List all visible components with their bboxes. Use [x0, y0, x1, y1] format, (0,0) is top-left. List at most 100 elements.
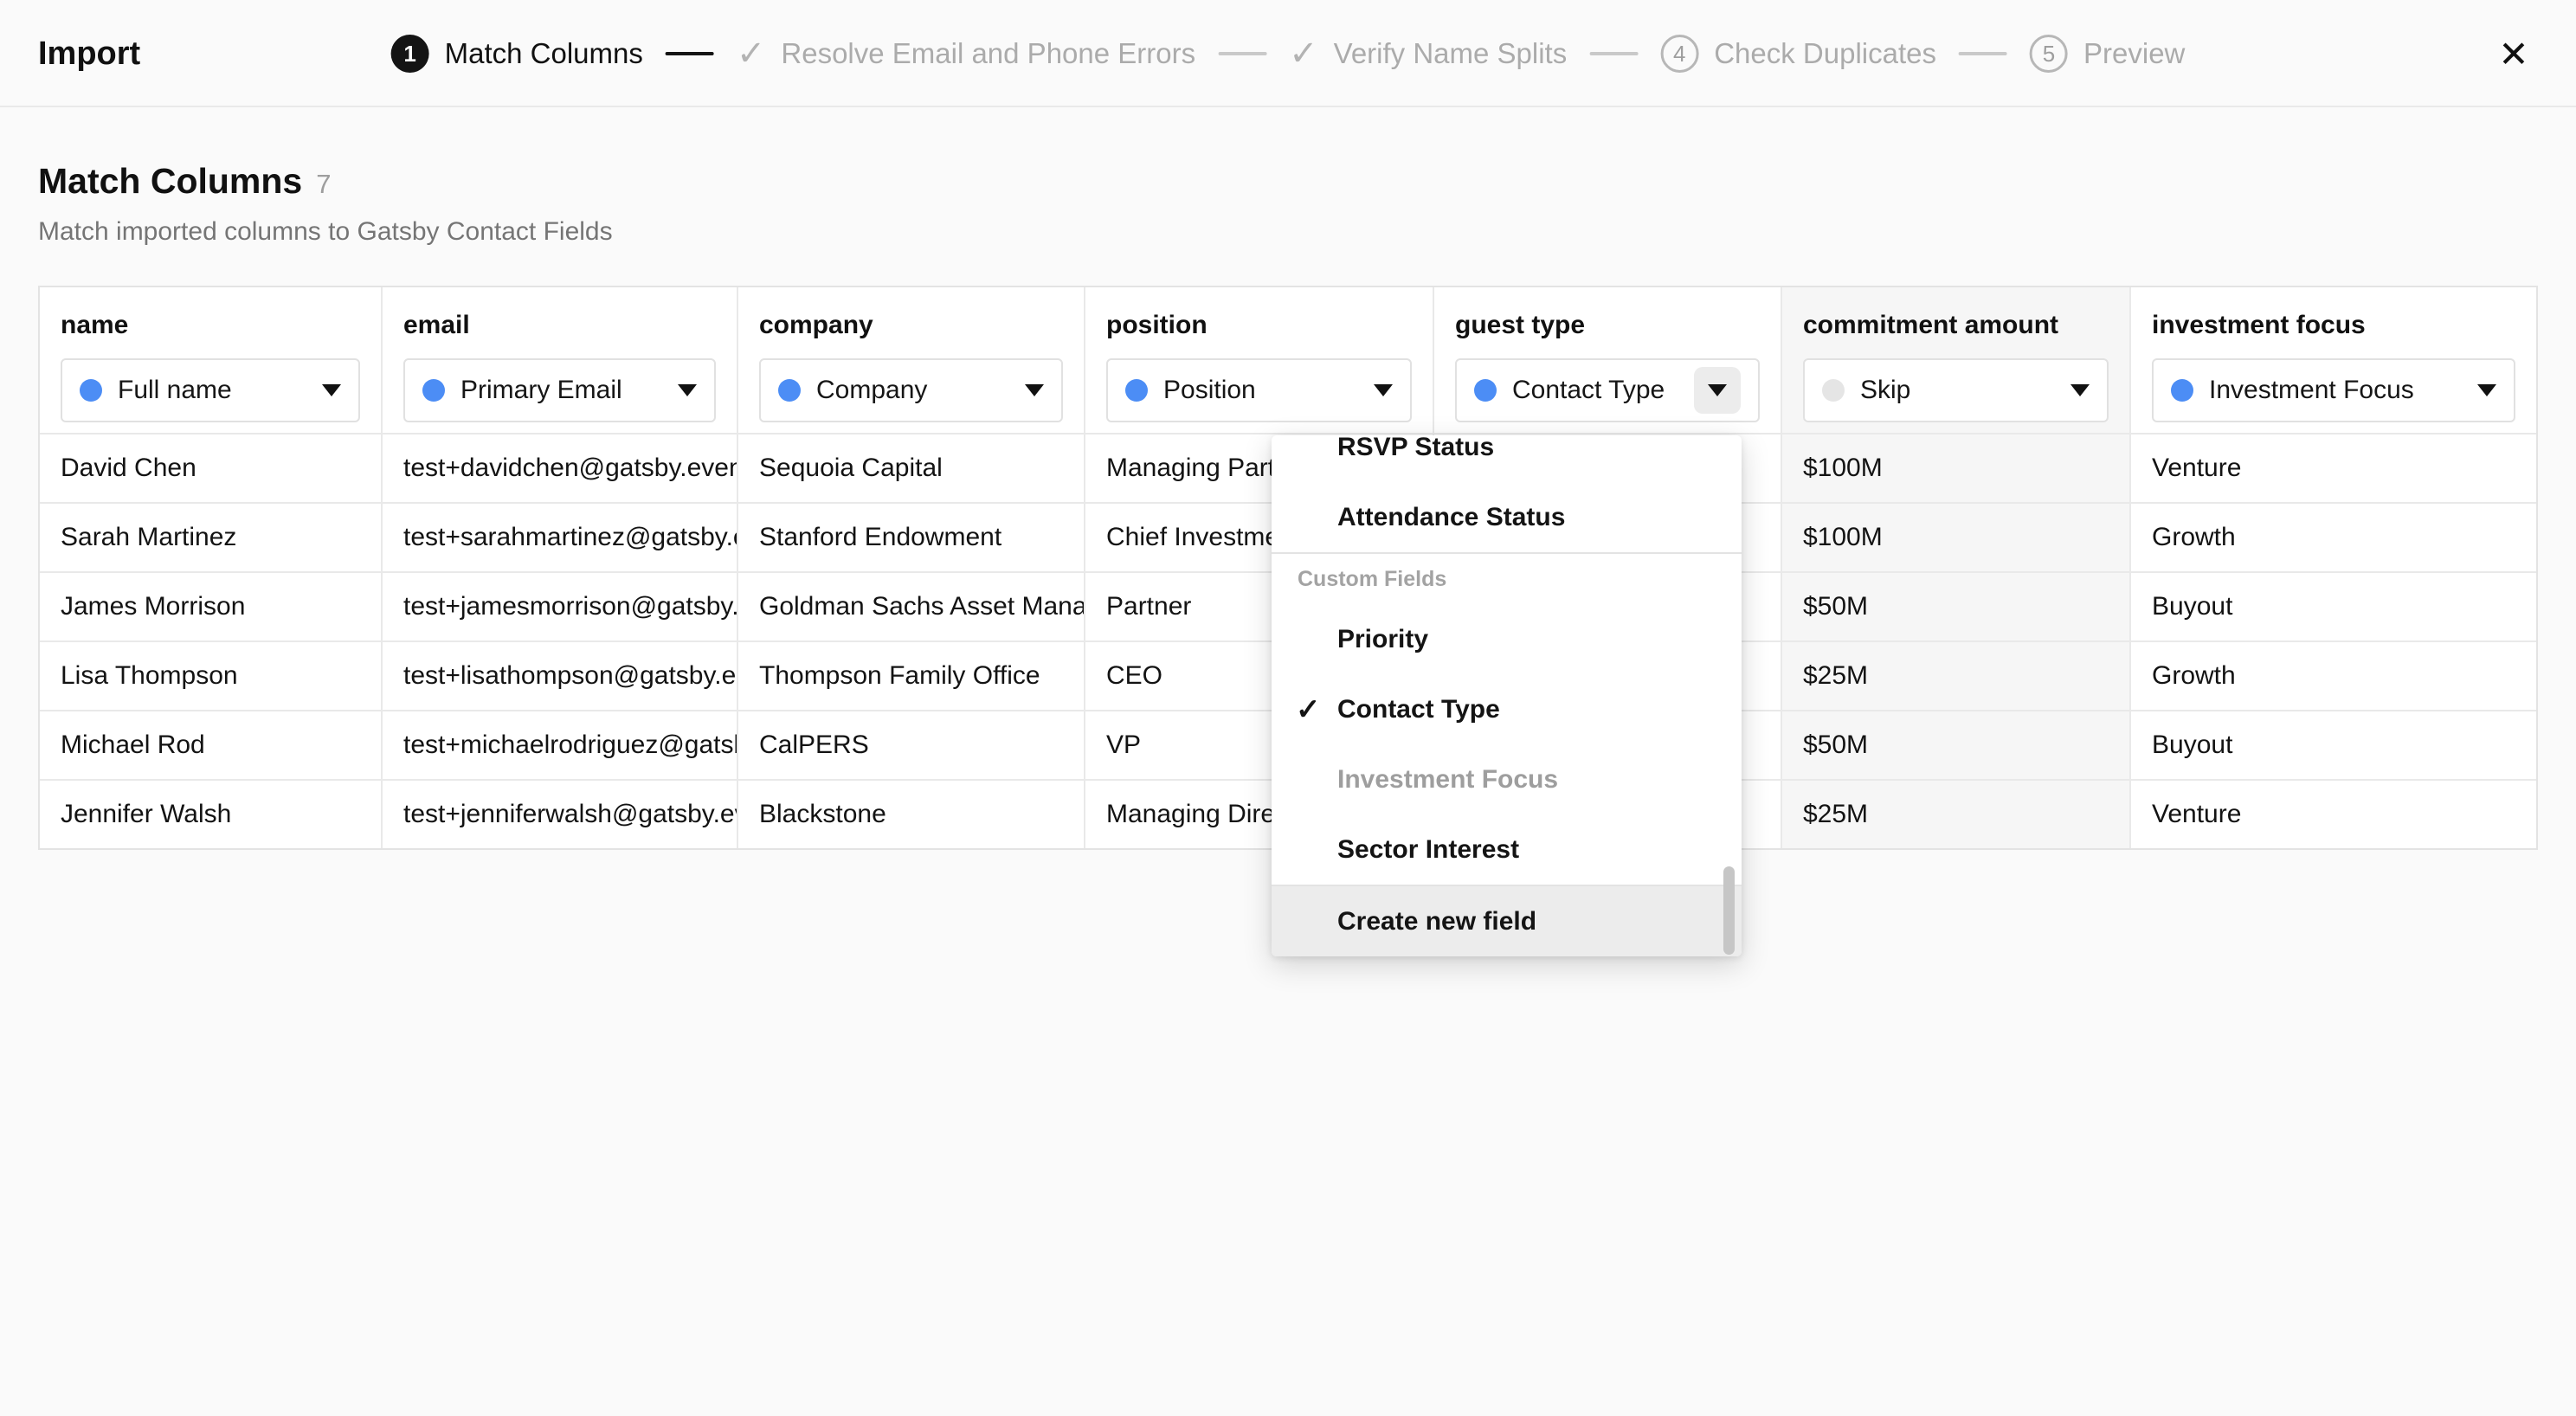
source-column-label: company: [759, 310, 1063, 341]
chevron-down-icon: [1374, 384, 1393, 396]
step-1-label: Match Columns: [445, 37, 643, 70]
step-connector: [666, 52, 714, 55]
check-icon: ✓: [737, 36, 766, 71]
import-stepper: 1 Match Columns ✓ Resolve Email and Phon…: [391, 0, 2186, 107]
source-column-label: email: [403, 310, 716, 341]
header-cell-investment-focus: investment focus Investment Focus: [2131, 287, 2536, 433]
cell-name: Sarah Martinez: [40, 502, 383, 571]
step-preview[interactable]: 5 Preview: [2030, 35, 2185, 73]
step-1-badge: 1: [391, 35, 429, 73]
menu-item-contact-type[interactable]: ✓ Contact Type: [1272, 674, 1742, 744]
cell-investment-focus: Venture: [2131, 433, 2536, 502]
step-resolve-errors[interactable]: ✓ Resolve Email and Phone Errors: [737, 36, 1195, 71]
step-connector: [1589, 52, 1638, 55]
step-match-columns[interactable]: 1 Match Columns: [391, 35, 643, 73]
header-cell-position: position Position: [1085, 287, 1434, 433]
step-connector: [1218, 52, 1266, 55]
source-column-label: guest type: [1455, 310, 1760, 341]
cell-name: James Morrison: [40, 571, 383, 640]
menu-item-create-new-field[interactable]: Create new field: [1272, 885, 1742, 956]
chevron-down-icon: [2070, 384, 2090, 396]
cell-name: Michael Rod: [40, 710, 383, 779]
cell-investment-focus: Buyout: [2131, 710, 2536, 779]
cell-company: Thompson Family Office: [738, 640, 1085, 710]
cell-email: test+jenniferwalsh@gatsby.ev: [383, 779, 738, 848]
menu-item-rsvp-status[interactable]: RSVP Status: [1272, 435, 1742, 482]
step-2-label: Resolve Email and Phone Errors: [781, 37, 1195, 70]
dropdown-scrollbar-thumb[interactable]: [1723, 866, 1735, 955]
page-title: Match Columns: [38, 161, 302, 202]
cell-commitment-amount: $25M: [1782, 779, 2131, 848]
step-4-label: Check Duplicates: [1714, 37, 1936, 70]
cell-name: Jennifer Walsh: [40, 779, 383, 848]
chevron-down-icon: [1025, 384, 1044, 396]
cell-commitment-amount: $100M: [1782, 502, 2131, 571]
header-cell-company: company Company: [738, 287, 1085, 433]
source-column-label: position: [1106, 310, 1412, 341]
mapped-dot-icon: [422, 379, 445, 402]
cell-email: test+michaelrodriguez@gatsb: [383, 710, 738, 779]
mapped-dot-icon: [1125, 379, 1148, 402]
skip-dot-icon: [1822, 379, 1845, 402]
cell-name: David Chen: [40, 433, 383, 502]
field-select-commitment-amount[interactable]: Skip: [1803, 358, 2109, 422]
field-select-investment-focus[interactable]: Investment Focus: [2152, 358, 2515, 422]
field-select-company[interactable]: Company: [759, 358, 1063, 422]
field-dropdown-menu: RSVP Status Attendance Status Custom Fie…: [1272, 435, 1742, 956]
menu-item-attendance-status[interactable]: Attendance Status: [1272, 482, 1742, 552]
check-icon: ✓: [1296, 692, 1321, 727]
cell-investment-focus: Buyout: [2131, 571, 2536, 640]
cell-commitment-amount: $50M: [1782, 710, 2131, 779]
step-verify-name-splits[interactable]: ✓ Verify Name Splits: [1289, 36, 1567, 71]
field-select-guest-type[interactable]: Contact Type: [1455, 358, 1760, 422]
step-5-badge: 5: [2030, 35, 2068, 73]
step-connector: [1959, 52, 2007, 55]
mapped-dot-icon: [80, 379, 102, 402]
step-5-label: Preview: [2083, 37, 2185, 70]
source-column-label: commitment amount: [1803, 310, 2109, 341]
field-select-position[interactable]: Position: [1106, 358, 1412, 422]
menu-section-custom-fields: Custom Fields: [1272, 552, 1742, 604]
cell-email: test+davidchen@gatsby.even: [383, 433, 738, 502]
header-cell-guest-type: guest type Contact Type: [1434, 287, 1782, 433]
step-check-duplicates[interactable]: 4 Check Duplicates: [1660, 35, 1936, 73]
cell-commitment-amount: $50M: [1782, 571, 2131, 640]
page-subtitle: Match imported columns to Gatsby Contact…: [38, 217, 613, 247]
cell-email: test+jamesmorrison@gatsby.: [383, 571, 738, 640]
header-cell-commitment-amount: commitment amount Skip: [1782, 287, 2131, 433]
source-column-label: name: [61, 310, 360, 341]
cell-email: test+lisathompson@gatsby.e: [383, 640, 738, 710]
mapped-dot-icon: [2171, 379, 2193, 402]
chevron-down-icon: [2477, 384, 2496, 396]
cell-investment-focus: Growth: [2131, 640, 2536, 710]
mapped-dot-icon: [1474, 379, 1497, 402]
cell-email: test+sarahmartinez@gatsby.e: [383, 502, 738, 571]
mapped-dot-icon: [778, 379, 801, 402]
cell-company: Blackstone: [738, 779, 1085, 848]
chevron-down-icon: [322, 384, 341, 396]
step-3-label: Verify Name Splits: [1334, 37, 1568, 70]
cell-commitment-amount: $100M: [1782, 433, 2131, 502]
page-heading: Match Columns 7 Match imported columns t…: [38, 161, 613, 247]
close-icon[interactable]: ✕: [2486, 0, 2541, 107]
table-header-row: name Full name email Primary Email compa…: [40, 287, 2536, 433]
cell-company: Stanford Endowment: [738, 502, 1085, 571]
cell-investment-focus: Growth: [2131, 502, 2536, 571]
cell-commitment-amount: $25M: [1782, 640, 2131, 710]
menu-item-sector-interest[interactable]: Sector Interest: [1272, 814, 1742, 885]
header-cell-email: email Primary Email: [383, 287, 738, 433]
menu-item-priority[interactable]: Priority: [1272, 604, 1742, 674]
cell-company: Sequoia Capital: [738, 433, 1085, 502]
chevron-down-icon: [678, 384, 697, 396]
source-column-label: investment focus: [2152, 310, 2515, 341]
cell-name: Lisa Thompson: [40, 640, 383, 710]
chevron-button[interactable]: [1694, 367, 1741, 414]
cell-company: CalPERS: [738, 710, 1085, 779]
header-cell-name: name Full name: [40, 287, 383, 433]
field-select-name[interactable]: Full name: [61, 358, 360, 422]
modal-header: Import 1 Match Columns ✓ Resolve Email a…: [0, 0, 2576, 107]
import-modal: Import 1 Match Columns ✓ Resolve Email a…: [0, 0, 2576, 1416]
field-dropdown-list: RSVP Status Attendance Status Custom Fie…: [1272, 435, 1742, 956]
menu-item-investment-focus: Investment Focus: [1272, 744, 1742, 814]
field-select-email[interactable]: Primary Email: [403, 358, 716, 422]
